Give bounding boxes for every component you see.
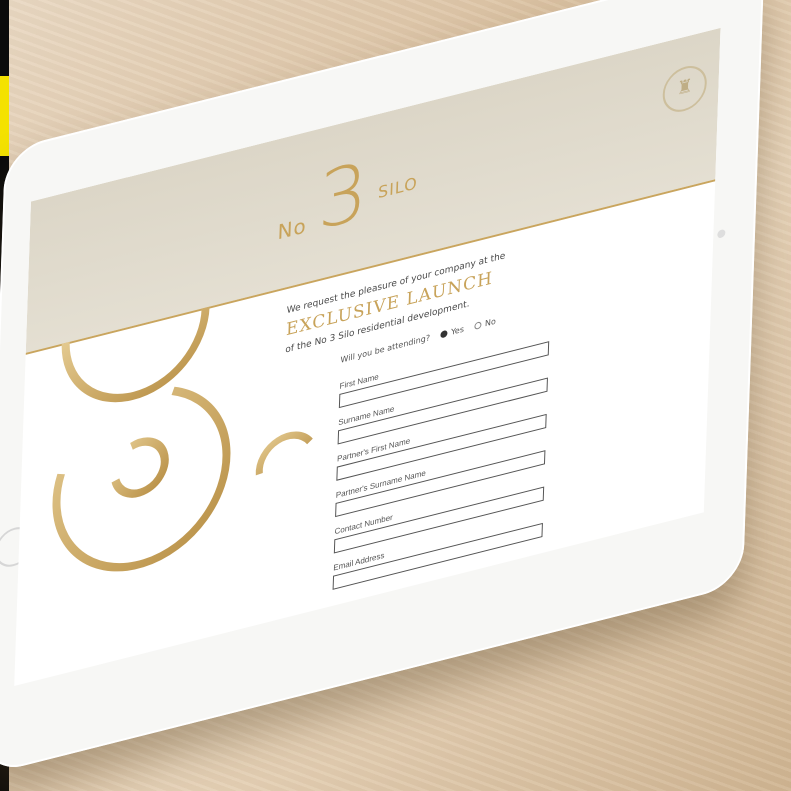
rsvp-form: First Name Surname Name Partner's First … [331,309,629,623]
logo: No 3 SILO [276,124,479,265]
radio-yes-label: Yes [450,324,465,337]
logo-suffix: SILO [377,173,419,203]
radio-yes[interactable]: Yes [439,324,465,340]
ring-arc-right [255,431,313,476]
camera-dot [717,228,726,239]
radio-no-dot[interactable] [473,321,482,331]
radio-no[interactable]: No [473,316,496,332]
ring-arc-small [111,437,169,498]
ring-arc-large [52,386,231,572]
radio-no-label: No [484,316,496,329]
submit-button[interactable]: SUBMIT [331,590,394,623]
emblem-icon: ♜ [661,61,708,117]
yellow-marker [0,76,9,156]
logo-number: 3 [316,145,370,249]
logo-prefix: No [277,212,308,245]
tablet-screen: No 3 SILO ♜ We request the pleasure of y… [14,27,721,687]
radio-yes-dot[interactable] [439,329,448,339]
